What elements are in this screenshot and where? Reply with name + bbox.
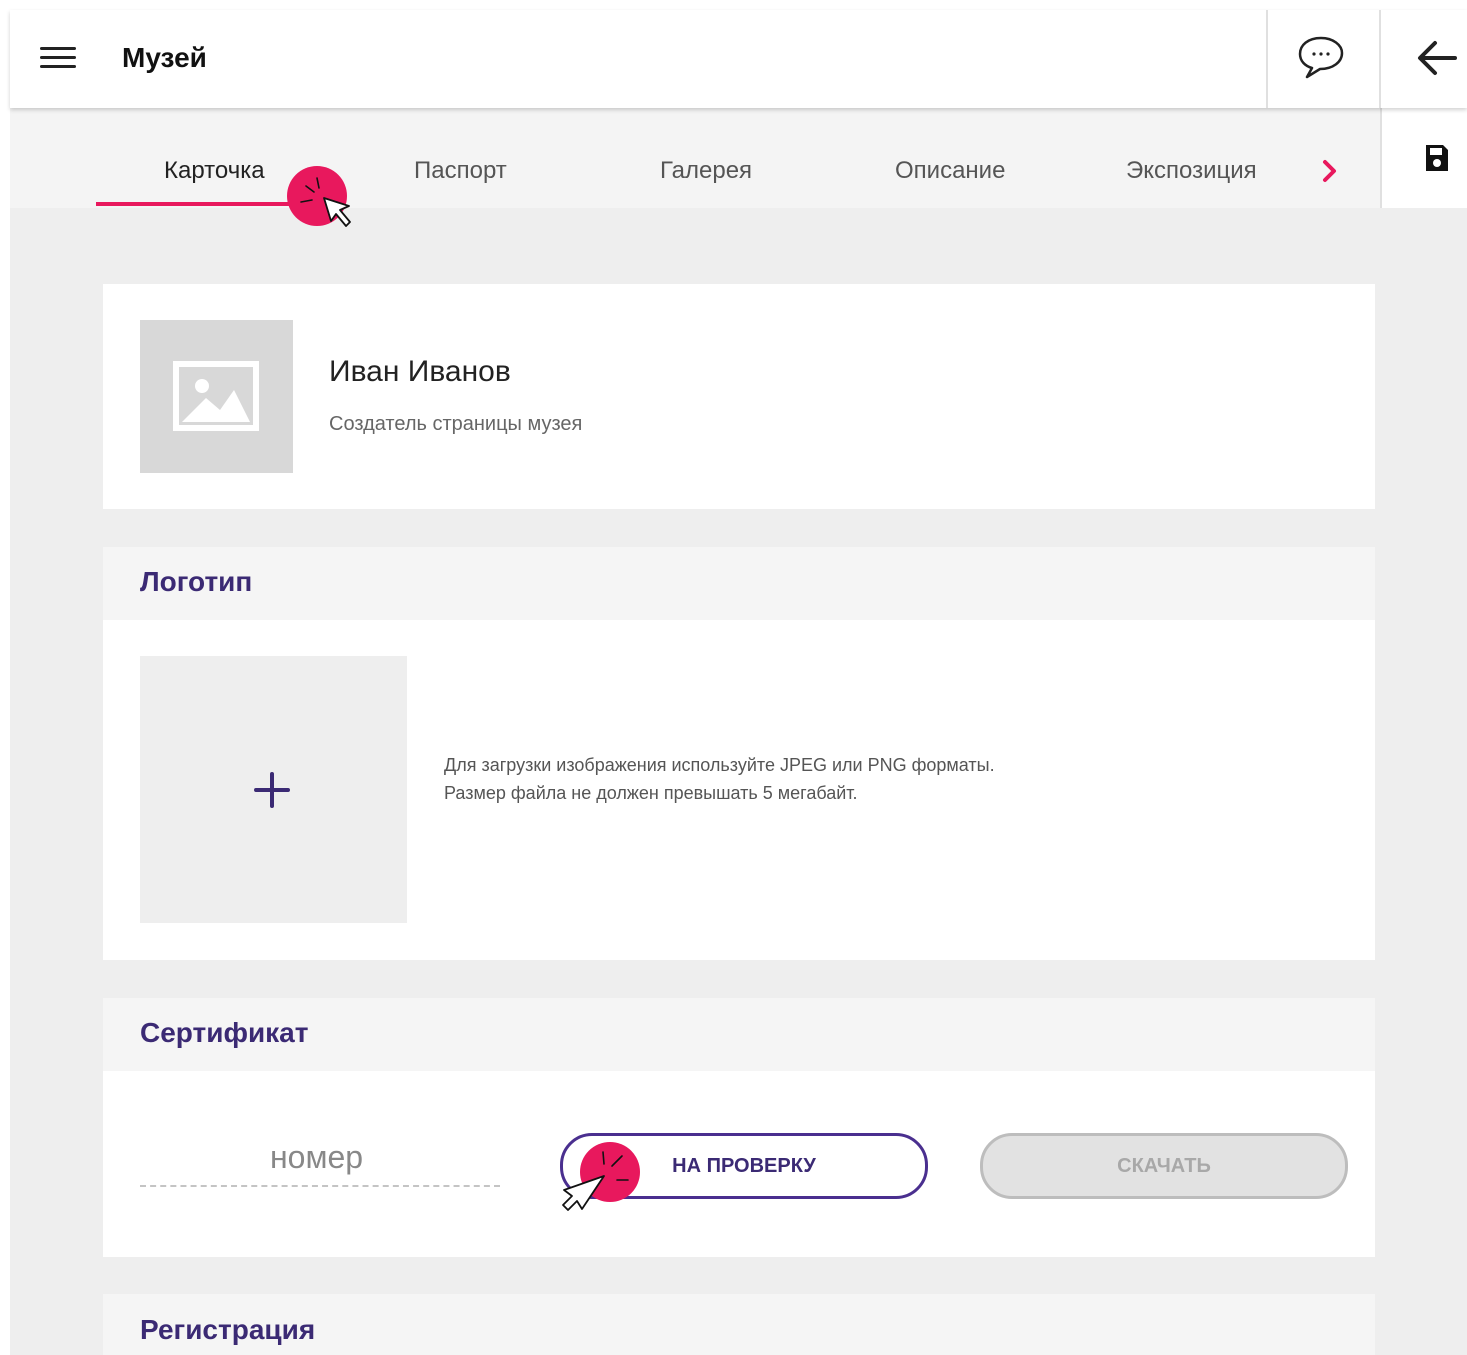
certificate-section: номер НА ПРОВЕРКУ СКАЧАТЬ — [103, 1071, 1375, 1257]
tab-description[interactable]: Описание — [895, 153, 1005, 189]
upload-hint: Размер файла не должен превышать 5 мегаб… — [444, 783, 858, 803]
floppy-disk-icon[interactable] — [1424, 143, 1450, 173]
divider — [1379, 10, 1381, 108]
user-name: Иван Иванов — [329, 355, 511, 388]
section-title: Регистрация — [140, 1314, 316, 1345]
menu-icon[interactable] — [40, 43, 76, 71]
tab-passport[interactable]: Паспорт — [414, 153, 507, 189]
tab-gallery[interactable]: Галерея — [660, 153, 752, 189]
logo-section-header: Логотип — [103, 547, 1375, 620]
divider — [1380, 108, 1382, 208]
arrow-left-icon[interactable] — [1415, 38, 1459, 78]
chat-bubble-icon[interactable] — [1296, 34, 1346, 80]
upload-hint: Для загрузки изображения используйте JPE… — [444, 755, 995, 775]
page-title: Музей — [122, 42, 207, 73]
logo-upload-area[interactable] — [140, 656, 407, 923]
certificate-number-field[interactable]: номер — [140, 1135, 500, 1197]
tab-exposition[interactable]: Экспозиция — [1126, 153, 1257, 189]
section-title: Сертификат — [140, 1017, 309, 1048]
tab-card[interactable]: Карточка — [164, 153, 265, 189]
click-indicator — [560, 1142, 644, 1220]
chevron-right-icon[interactable] — [1318, 156, 1342, 186]
registration-section-header: Регистрация — [103, 1294, 1375, 1355]
click-indicator — [286, 166, 368, 242]
profile-card: Иван Иванов Создатель страницы музея — [103, 284, 1375, 509]
rail-background — [1380, 208, 1467, 1355]
input-underline — [140, 1185, 500, 1187]
user-role: Создатель страницы музея — [329, 413, 583, 435]
certificate-number-placeholder: номер — [270, 1139, 364, 1175]
certificate-section-header: Сертификат — [103, 998, 1375, 1071]
logo-section: Для загрузки изображения используйте JPE… — [103, 620, 1375, 960]
app-bar: Музей — [10, 10, 1467, 108]
divider — [1266, 10, 1268, 108]
section-title: Логотип — [140, 566, 253, 597]
download-button: СКАЧАТЬ — [980, 1133, 1348, 1199]
plus-icon — [254, 772, 290, 808]
image-icon[interactable] — [140, 320, 293, 473]
tab-bar: Карточка Паспорт Галерея Описание Экспоз… — [10, 108, 1380, 208]
